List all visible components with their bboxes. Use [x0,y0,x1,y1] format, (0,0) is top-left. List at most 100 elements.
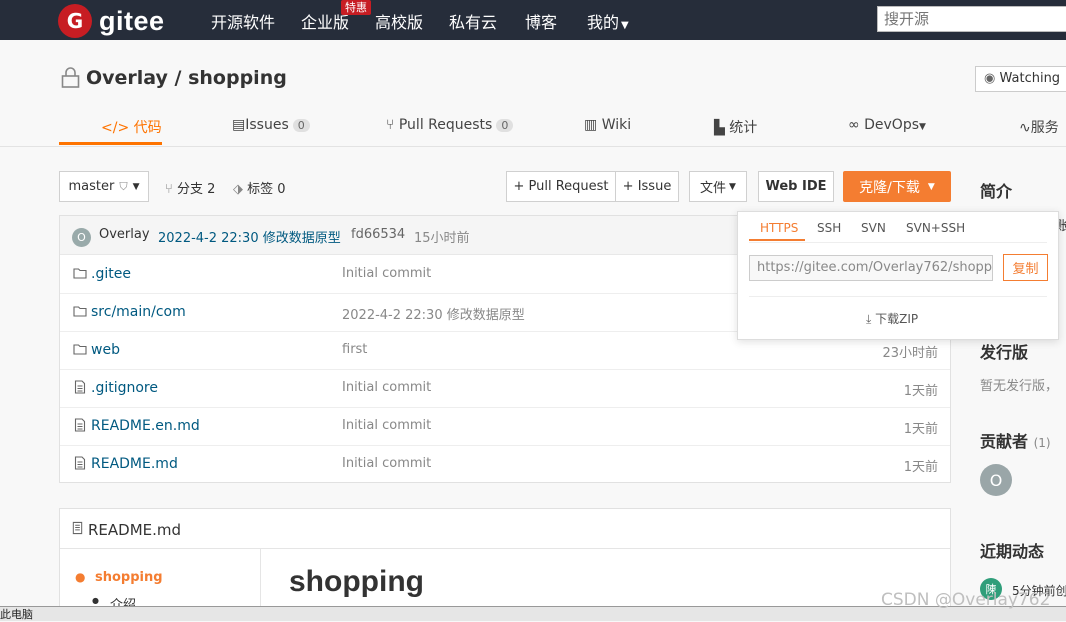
file-commit-message[interactable]: Initial commit [342,418,431,433]
search-input[interactable] [877,6,1066,32]
eye-icon: ◉ [984,71,996,86]
file-name[interactable]: .gitignore [91,380,158,396]
gitee-logo-text: gitee [99,5,165,36]
file-name[interactable]: .gitee [91,266,131,282]
devops-icon: ∞ [848,117,860,133]
branches-label: 分支 2 [176,182,216,197]
file-time: 1天前 [903,460,938,475]
tab-service-label: 服务 [1030,120,1059,136]
divider [749,242,1047,243]
caret-down-icon: ▼ [132,181,140,192]
file-commit-message[interactable]: Initial commit [342,456,431,471]
folder-icon [73,344,87,355]
commit-author[interactable]: Overlay [99,227,150,242]
toc-item-shopping[interactable]: shopping [95,570,163,585]
file-name[interactable]: web [91,342,120,358]
readme-header: README.md [60,509,950,549]
web-ide-button[interactable]: Web IDE [758,171,834,202]
gitee-logo[interactable]: G gitee [58,4,165,38]
pr-count: 0 [496,119,514,132]
tab-pr-label: Pull Requests [398,117,493,133]
readme-panel: README.md ● shopping ● 介绍 shopping [59,508,951,621]
top-navbar: G gitee 开源软件 企业版 特惠 高校版 私有云 博客 我的 ▼ [0,0,1066,40]
toc-bullet: ● [75,570,86,584]
clone-url-field[interactable]: https://gitee.com/Overlay762/shopping.gi… [749,255,993,281]
active-tab-indicator [749,239,805,241]
copy-button[interactable]: 复制 [1003,254,1048,281]
nav-mine-label: 我的 [587,13,620,32]
clone-label: 克隆/下载 [859,179,920,196]
file-menu-label: 文件 [700,181,727,196]
download-icon: ⤓ [866,312,872,326]
tab-svn-ssh[interactable]: SVN+SSH [906,221,965,235]
file-commit-message[interactable]: Initial commit [342,380,431,395]
file-commit-message[interactable]: first [342,342,367,357]
file-name[interactable]: README.md [91,456,178,472]
caret-down-icon: ▼ [729,181,736,192]
branches-link[interactable]: ⑂ 分支 2 [165,178,215,197]
nav-mine[interactable]: 我的 ▼ [587,9,629,33]
folder-icon [73,268,87,279]
tag-icon: ⬗ [233,182,243,197]
tags-link[interactable]: ⬗ 标签 0 [233,178,286,197]
clone-dropdown: HTTPS SSH SVN SVN+SSH https://gitee.com/… [737,211,1059,340]
file-name[interactable]: README.en.md [91,418,200,434]
wiki-icon: ▥ [584,117,598,133]
tab-service[interactable]: ∿服务 [1019,117,1059,137]
readme-heading: shopping [289,565,424,598]
clone-download-button[interactable]: 克隆/下载 ▼ [843,171,951,202]
new-issue-button[interactable]: + Issue [615,171,679,202]
gitee-logo-icon: G [58,4,92,38]
tab-https[interactable]: HTTPS [760,221,798,235]
sidebar-contributors-title: 贡献者 (1) [980,428,1051,452]
issues-icon: ▤ [232,117,246,133]
service-icon: ∿ [1019,120,1031,136]
nav-education[interactable]: 高校版 [375,9,423,33]
contributors-label: 贡献者 [980,432,1029,451]
nav-blog[interactable]: 博客 [525,9,557,33]
file-commit-message[interactable]: 2022-4-2 22:30 修改数据原型 [342,304,525,323]
commit-message[interactable]: 2022-4-2 22:30 修改数据原型 [158,227,341,246]
file-commit-message[interactable]: Initial commit [342,266,431,281]
tab-stats[interactable]: ▙ 统计 [714,117,757,137]
table-row[interactable]: .gitignore Initial commit 1天前 [60,369,950,408]
sidebar-release-title: 发行版 [980,343,1029,362]
branch-selector[interactable]: master ⛉ ▼ [59,171,149,202]
lock-icon [61,67,80,88]
nav-private-cloud[interactable]: 私有云 [449,9,497,33]
file-time: 1天前 [903,384,938,399]
tab-devops[interactable]: ∞ DevOps▼ [848,117,926,133]
promo-badge: 特惠 [341,0,371,15]
tab-svn[interactable]: SVN [861,221,886,235]
divider [749,296,1047,297]
tab-stats-label: 统计 [729,120,758,136]
download-zip-label: 下载ZIP [875,312,919,326]
readme-title: README.md [88,521,182,539]
watch-button[interactable]: ◉ Watching [975,66,1066,92]
tab-ssh[interactable]: SSH [817,221,841,235]
tab-pull-requests[interactable]: ⑂ Pull Requests 0 [386,117,514,133]
table-row[interactable]: README.md Initial commit 1天前 [60,445,950,483]
avatar[interactable]: O [980,464,1012,496]
tags-label: 标签 0 [247,182,286,197]
repo-title[interactable]: Overlay / shopping [86,67,287,89]
table-row[interactable]: README.en.md Initial commit 1天前 [60,407,950,446]
tab-code[interactable]: </> 代码 [101,117,162,137]
commit-hash[interactable]: fd66534 [351,227,405,242]
file-menu-button[interactable]: 文件 ▼ [689,171,747,202]
folder-icon [73,306,87,317]
caret-down-icon: ▼ [621,20,629,31]
shield-icon: ⛉ [119,179,128,193]
watch-label: Watching [999,71,1061,86]
code-icon: </> [101,120,130,136]
issues-count: 0 [292,119,310,132]
nav-open-source[interactable]: 开源软件 [211,9,275,33]
file-time: 1天前 [903,422,938,437]
pull-request-icon: ⑂ [386,117,395,133]
tab-wiki[interactable]: ▥ Wiki [584,117,631,133]
download-zip-button[interactable]: ⤓ 下载ZIP [866,310,918,327]
sidebar-intro-title: 简介 [980,182,1013,201]
file-name[interactable]: src/main/com [91,304,186,320]
new-pull-request-button[interactable]: + Pull Request [506,171,616,202]
tab-issues[interactable]: ▤Issues 0 [232,117,310,133]
